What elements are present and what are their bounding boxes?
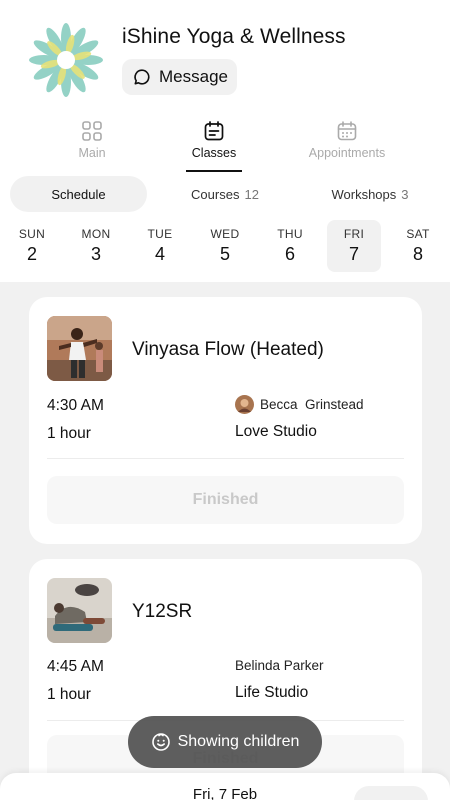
day-number: 8: [412, 244, 423, 264]
tab-appointments-label: Appointments: [308, 146, 386, 160]
courses-count: 12: [244, 186, 259, 202]
tab-appointments[interactable]: Appointments: [302, 120, 392, 160]
day-selector: SUN 2 MON 3 TUE 4 WED 5 THU 6 FRI 7 SAT …: [0, 220, 450, 276]
today-button[interactable]: [354, 786, 428, 800]
class-type-tabs: Schedule Courses 12 Workshops 3: [10, 176, 440, 212]
chat-bubble-icon: [134, 69, 150, 85]
studio-name: Life Studio: [235, 684, 309, 701]
subtab-workshops-label: Workshops: [331, 186, 397, 202]
showing-children-toast[interactable]: Showing children: [128, 716, 322, 768]
studio-name: Love Studio: [235, 423, 317, 440]
day-sat[interactable]: SAT 8: [391, 220, 445, 272]
subtab-courses-label: Courses: [191, 186, 240, 202]
bottom-date-sheet[interactable]: Fri, 7 Feb: [0, 773, 450, 800]
instructor-name: Belinda Parker: [235, 658, 324, 673]
day-number: 7: [348, 244, 359, 264]
day-mon[interactable]: MON 3: [69, 220, 123, 272]
day-number: 5: [219, 244, 230, 264]
tab-classes[interactable]: Classes: [184, 120, 244, 160]
day-name: FRI: [343, 227, 365, 241]
card-divider: [47, 458, 404, 459]
day-fri[interactable]: FRI 7: [327, 220, 381, 272]
day-tue[interactable]: TUE 4: [133, 220, 187, 272]
calendar-list-icon: [204, 121, 224, 141]
class-thumbnail: [47, 578, 112, 643]
instructor-name: Becca Grinstead: [260, 397, 364, 412]
instructor[interactable]: Belinda Parker: [235, 658, 324, 673]
subtab-workshops[interactable]: Workshops 3: [300, 176, 440, 212]
class-title: Vinyasa Flow (Heated): [132, 339, 324, 360]
day-number: 6: [284, 244, 295, 264]
tab-main[interactable]: Main: [72, 120, 112, 160]
tab-main-label: Main: [78, 146, 106, 160]
class-title: Y12SR: [132, 601, 193, 622]
class-card[interactable]: Vinyasa Flow (Heated) 4:30 AM 1 hour Bec…: [29, 297, 422, 544]
day-name: SUN: [18, 227, 46, 241]
day-number: 2: [26, 244, 37, 264]
grid-icon: [82, 121, 102, 141]
top-tabs: Main Classes Appointments: [0, 120, 450, 172]
finished-status: Finished: [47, 476, 404, 524]
studio-title: iShine Yoga & Wellness: [122, 25, 346, 48]
instructor[interactable]: Becca Grinstead: [235, 395, 364, 414]
studio-header: iShine Yoga & Wellness Message: [0, 0, 450, 110]
subtab-courses[interactable]: Courses 12: [160, 176, 290, 212]
child-face-icon: [151, 733, 170, 751]
class-time: 4:30 AM: [47, 397, 104, 414]
day-name: MON: [81, 227, 111, 241]
class-thumbnail: [47, 316, 112, 381]
day-name: WED: [210, 227, 240, 241]
message-button-label: Message: [159, 67, 228, 86]
class-duration: 1 hour: [47, 425, 91, 442]
studio-logo: [29, 23, 103, 97]
day-wed[interactable]: WED 5: [198, 220, 252, 272]
toast-label: Showing children: [177, 733, 300, 750]
tab-classes-label: Classes: [191, 146, 237, 160]
calendar-icon: [337, 121, 357, 141]
day-thu[interactable]: THU 6: [263, 220, 317, 272]
day-name: SAT: [406, 227, 430, 241]
subtab-schedule[interactable]: Schedule: [10, 176, 147, 212]
instructor-avatar: [235, 395, 254, 414]
day-number: 4: [154, 244, 165, 264]
subtab-schedule-label: Schedule: [51, 186, 106, 202]
day-name: TUE: [147, 227, 173, 241]
class-time: 4:45 AM: [47, 658, 104, 675]
active-tab-indicator: [186, 170, 242, 172]
day-number: 3: [90, 244, 101, 264]
day-sun[interactable]: SUN 2: [5, 220, 59, 272]
message-button[interactable]: Message: [122, 59, 237, 95]
day-name: THU: [277, 227, 303, 241]
workshops-count: 3: [401, 186, 409, 202]
class-duration: 1 hour: [47, 686, 91, 703]
